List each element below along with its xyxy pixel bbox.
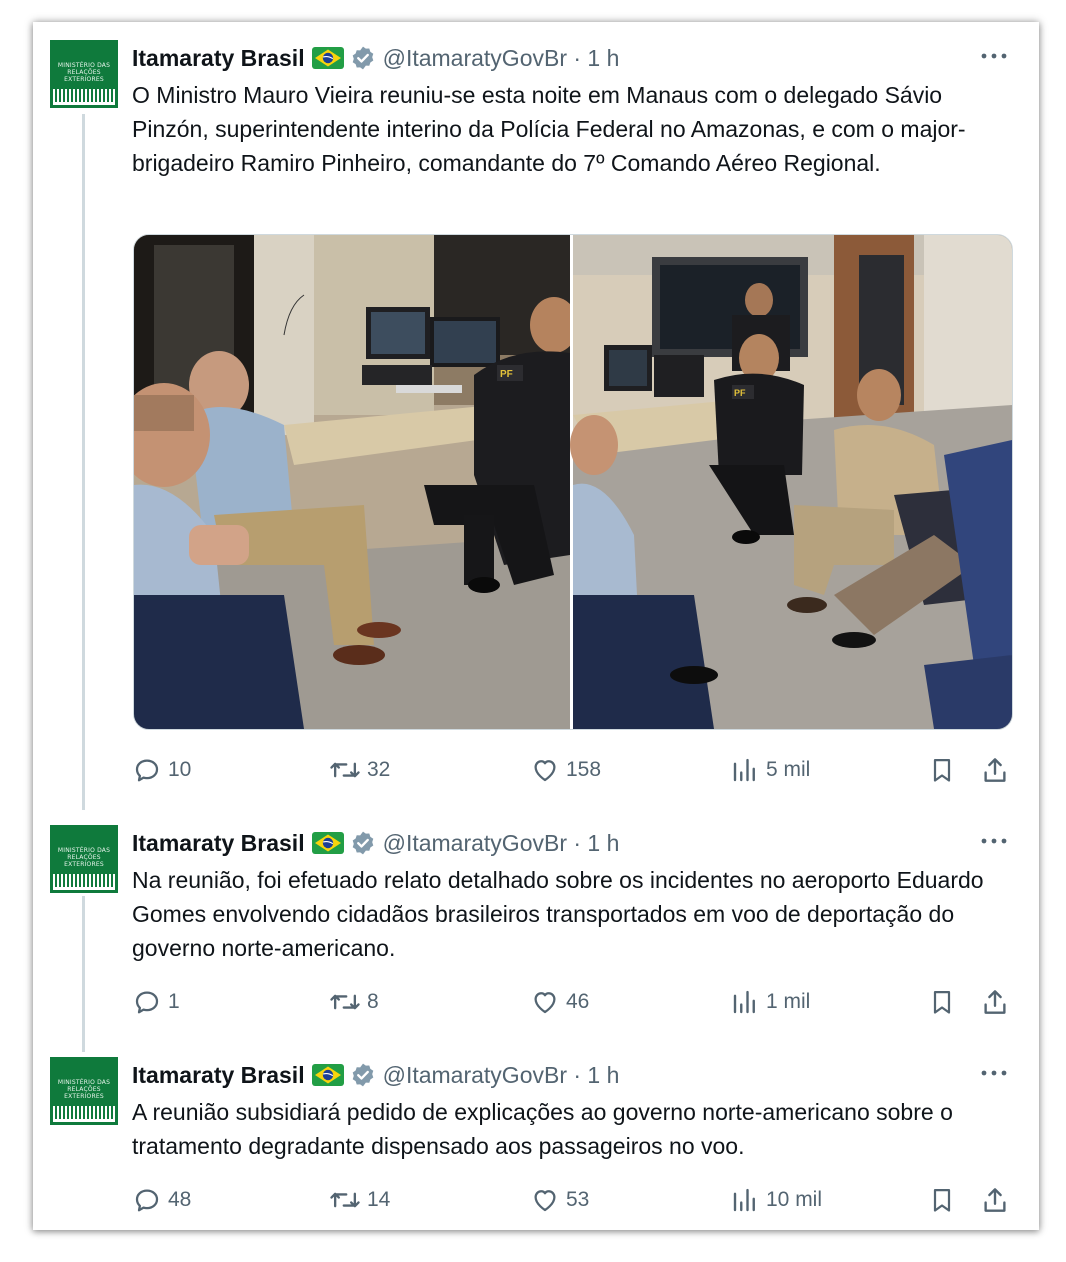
- display-name[interactable]: Itamaraty Brasil: [132, 45, 305, 72]
- tweet[interactable]: MINISTÉRIO DAS RELAÇÕES EXTERIORES Itamar…: [33, 22, 1039, 812]
- verified-badge-icon[interactable]: [350, 830, 376, 856]
- more-options-icon[interactable]: [979, 829, 1009, 853]
- more-options-icon[interactable]: [979, 44, 1009, 68]
- bookmark-icon: [933, 758, 951, 782]
- share-icon: [984, 990, 1006, 1014]
- heart-icon: [534, 992, 556, 1014]
- avatar-colonnade: [53, 89, 115, 102]
- avatar-logo-text: MINISTÉRIO DAS RELAÇÕES EXTERIORES: [57, 62, 111, 83]
- reply-button[interactable]: 1: [132, 985, 180, 1019]
- media-photos: PF PF: [134, 235, 1012, 729]
- like-count: 53: [566, 1188, 590, 1211]
- share-button[interactable]: [980, 1183, 1010, 1217]
- more-options-icon[interactable]: [979, 1061, 1009, 1085]
- like-count: 158: [566, 758, 602, 781]
- bookmark-button[interactable]: [927, 753, 957, 787]
- like-button[interactable]: 158: [530, 753, 601, 787]
- tweet-text: Na reunião, foi efetuado relato detalhad…: [132, 867, 984, 961]
- photo-right[interactable]: PF: [570, 235, 1012, 729]
- brazil-flag-icon: [311, 832, 344, 854]
- reply-count: 10: [168, 758, 192, 781]
- tweet-header: Itamaraty Brasil @ItamaratyGovBr · 1 h: [132, 1059, 619, 1091]
- avatar-colonnade: [53, 874, 115, 887]
- views-chart-icon: [733, 1188, 755, 1212]
- photo-divider: [570, 235, 573, 729]
- tweet-media[interactable]: PF PF: [133, 234, 1013, 730]
- views-button[interactable]: 5 mil: [730, 753, 810, 787]
- retweet-icon: [330, 1192, 360, 1208]
- reply-count: 48: [168, 1188, 192, 1211]
- tweet[interactable]: MINISTÉRIO DAS RELAÇÕES EXTERIORES Itamar…: [33, 807, 1039, 1039]
- views-count: 10 mil: [766, 1188, 823, 1211]
- thread-card: MINISTÉRIO DAS RELAÇÕES EXTERIORES Itamar…: [33, 22, 1039, 1230]
- share-icon: [984, 1188, 1006, 1212]
- avatar-logo-text: MINISTÉRIO DAS RELAÇÕES EXTERIORES: [57, 847, 111, 868]
- tweet-text: A reunião subsidiará pedido de explicaçõ…: [132, 1099, 953, 1159]
- verified-badge-icon[interactable]: [350, 45, 376, 71]
- reply-icon: [135, 991, 159, 1014]
- display-name[interactable]: Itamaraty Brasil: [132, 830, 305, 857]
- tweet-header: Itamaraty Brasil @ItamaratyGovBr · 1 h: [132, 827, 619, 859]
- views-button[interactable]: 1 mil: [730, 985, 810, 1019]
- tweet-header: Itamaraty Brasil @ItamaratyGovBr · 1 h: [132, 42, 619, 74]
- share-icon: [984, 758, 1006, 782]
- views-count: 1 mil: [766, 990, 811, 1013]
- avatar-base: [53, 887, 115, 890]
- reply-button[interactable]: 48: [132, 1183, 191, 1217]
- avatar[interactable]: MINISTÉRIO DAS RELAÇÕES EXTERIORES: [50, 825, 118, 893]
- bookmark-button[interactable]: [927, 985, 957, 1019]
- avatar[interactable]: MINISTÉRIO DAS RELAÇÕES EXTERIORES: [50, 40, 118, 108]
- views-count: 5 mil: [766, 758, 811, 781]
- display-name[interactable]: Itamaraty Brasil: [132, 1062, 305, 1089]
- tweet-actions: 10 32 158 5 mil: [132, 753, 1012, 787]
- tweet-actions: 1 8 46 1 mil: [132, 985, 1012, 1019]
- retweet-count: 8: [367, 990, 379, 1013]
- photo-left[interactable]: PF: [134, 235, 578, 729]
- handle-and-time[interactable]: @ItamaratyGovBr · 1 h: [383, 830, 620, 857]
- bookmark-icon: [933, 1188, 951, 1212]
- tweet[interactable]: MINISTÉRIO DAS RELAÇÕES EXTERIORES Itamar…: [33, 1039, 1039, 1230]
- heart-icon: [534, 760, 556, 782]
- retweet-icon: [330, 994, 360, 1010]
- share-button[interactable]: [980, 753, 1010, 787]
- avatar-base: [53, 102, 115, 105]
- reply-button[interactable]: 10: [132, 753, 191, 787]
- like-button[interactable]: 53: [530, 1183, 589, 1217]
- verified-badge-icon[interactable]: [350, 1062, 376, 1088]
- retweet-button[interactable]: 8: [329, 985, 379, 1019]
- bookmark-button[interactable]: [927, 1183, 957, 1217]
- retweet-button[interactable]: 32: [329, 753, 390, 787]
- retweet-count: 32: [367, 758, 391, 781]
- like-button[interactable]: 46: [530, 985, 589, 1019]
- retweet-button[interactable]: 14: [329, 1183, 390, 1217]
- reply-icon: [135, 759, 159, 782]
- retweet-count: 14: [367, 1188, 391, 1211]
- views-chart-icon: [733, 990, 755, 1014]
- views-button[interactable]: 10 mil: [730, 1183, 822, 1217]
- handle-and-time[interactable]: @ItamaratyGovBr · 1 h: [383, 45, 620, 72]
- reply-icon: [135, 1189, 159, 1212]
- avatar[interactable]: MINISTÉRIO DAS RELAÇÕES EXTERIORES: [50, 1057, 118, 1125]
- media-badge-text: PF: [734, 388, 746, 398]
- bookmark-icon: [933, 990, 951, 1014]
- retweet-icon: [330, 762, 360, 778]
- brazil-flag-icon: [311, 47, 344, 69]
- handle-and-time[interactable]: @ItamaratyGovBr · 1 h: [383, 1062, 620, 1089]
- share-button[interactable]: [980, 985, 1010, 1019]
- avatar-logo-text: MINISTÉRIO DAS RELAÇÕES EXTERIORES: [57, 1079, 111, 1100]
- avatar-colonnade: [53, 1106, 115, 1119]
- views-chart-icon: [733, 758, 755, 782]
- media-badge-text: PF: [500, 369, 513, 380]
- tweet-actions: 48 14 53 10 mil: [132, 1183, 1012, 1217]
- like-count: 46: [566, 990, 590, 1013]
- tweet-text: O Ministro Mauro Vieira reuniu-se esta n…: [132, 82, 966, 176]
- heart-icon: [534, 1190, 556, 1212]
- reply-count: 1: [168, 990, 180, 1013]
- avatar-base: [53, 1119, 115, 1122]
- brazil-flag-icon: [311, 1064, 344, 1086]
